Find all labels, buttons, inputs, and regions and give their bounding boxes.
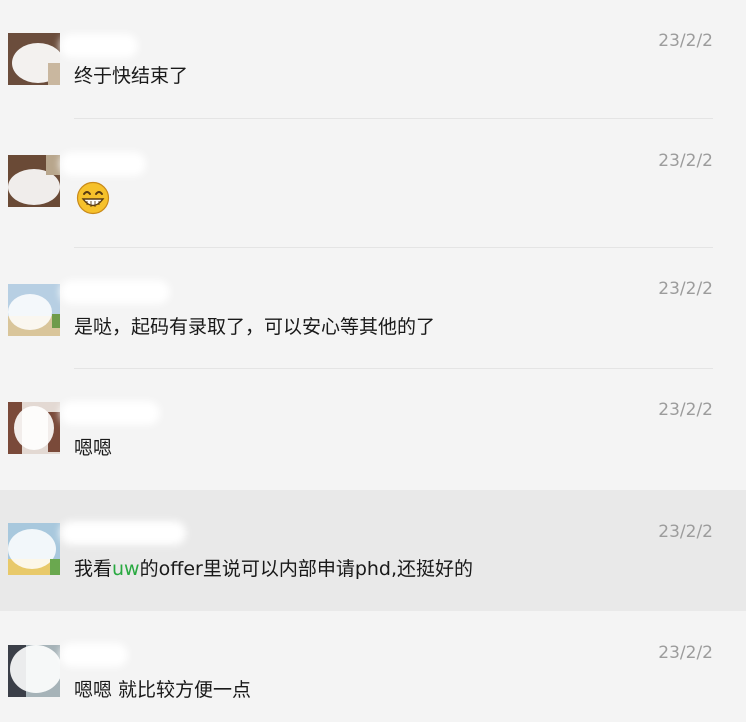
comment-text: 嗯嗯 [74,437,113,459]
avatar[interactable] [8,33,60,85]
commenter-name [60,643,128,667]
comment-text: 终于快结束了 [74,65,189,87]
avatar-image [8,402,60,454]
avatar[interactable] [8,523,60,575]
comment-text: 是哒，起码有录取了，可以安心等其他的了 [74,316,436,338]
highlighted-keyword[interactable]: uw [112,558,140,580]
comment-date: 23/2/2 [658,31,713,51]
comment-row[interactable]: 23/2/2 我看uw的offer里说可以内部申请phd,还挺好的 [0,490,746,611]
commenter-name [60,152,146,176]
avatar[interactable] [8,402,60,454]
avatar-image [8,645,60,697]
commenter-name [60,34,138,58]
avatar[interactable] [8,284,60,336]
avatar[interactable] [8,155,60,207]
comment-row[interactable]: 23/2/2 终于快结束了 [0,0,746,120]
comment-date: 23/2/2 [658,151,713,171]
comment-date: 23/2/2 [658,400,713,420]
avatar-image [8,155,60,207]
avatar-image [8,523,60,575]
avatar-image [8,284,60,336]
commenter-name [60,521,186,545]
comment-row[interactable]: 23/2/2 嗯嗯 [0,369,746,490]
comment-row[interactable]: 23/2/2 是哒，起码有录取了，可以安心等其他的了 [0,248,746,369]
comment-date: 23/2/2 [658,643,713,663]
comment-date: 23/2/2 [658,522,713,542]
avatar[interactable] [8,645,60,697]
comment-text-part: 我看 [74,558,113,580]
avatar-image [8,33,60,85]
comment-text: 嗯嗯 就比较方便一点 [74,679,252,701]
comment-text: 我看uw的offer里说可以内部申请phd,还挺好的 [74,554,726,581]
grinning-face-emoji [76,181,110,215]
commenter-name [60,280,170,304]
divider [74,118,713,119]
comment-date: 23/2/2 [658,279,713,299]
comment-row[interactable]: 23/2/2 嗯嗯 就比较方便一点 [0,611,746,722]
comment-text-part: 的offer里说可以内部申请phd,还挺好的 [139,558,474,580]
commenter-name [60,401,160,425]
comment-row[interactable]: 23/2/2 [0,120,746,248]
